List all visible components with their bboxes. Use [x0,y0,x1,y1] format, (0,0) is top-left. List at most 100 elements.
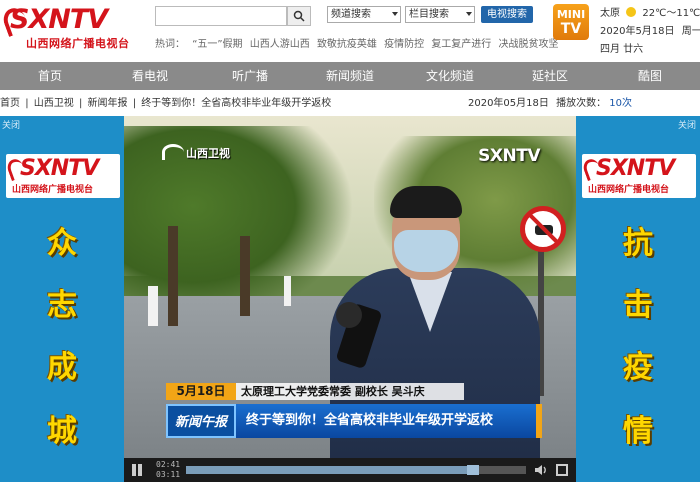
mini-tv-line1: MINI [556,8,586,21]
breadcrumb-separator: | [78,98,83,109]
slogan-char: 疫 [623,350,653,385]
main-nav: 首页 看电视 听广播 新闻频道 文化频道 延社区 酷图 [0,62,700,90]
weather-temp: 22℃～11℃ [642,8,700,19]
headline-accent [536,404,542,438]
tree-trunk [284,276,291,306]
sun-icon [626,7,637,17]
nav-item-news[interactable]: 新闻频道 [300,62,400,90]
player-controls: 02:41 03:11 [124,458,576,482]
caption-date: 5月18日 [166,383,236,400]
slogan-char: 击 [623,288,653,323]
hot-word-link[interactable]: 山西人游山西 [250,39,310,50]
breadcrumb-current: 终于等到你！全省高校非毕业年级开学返校 [141,98,332,109]
chevron-down-icon [392,12,398,16]
headline-caption: 终于等到你！全省高校非毕业年级开学返校 [236,404,536,438]
site-logo[interactable]: SXNTV 山西网络广播电视台 [0,4,144,50]
tree-trunk [148,286,158,326]
date-line: 2020年5月18日 周一 [600,22,700,37]
weather: 太原 22℃～11℃ [600,4,700,19]
banner-logo: SXNTV 山西网络广播电视台 [581,154,696,198]
nav-item-gallery[interactable]: 酷图 [600,62,700,90]
breadcrumb-separator: | [132,98,137,109]
hot-word-link[interactable]: 致敬抗疫英雄 [317,39,377,50]
time-display: 02:41 03:11 [156,460,180,480]
progress-handle[interactable] [467,465,480,475]
interviewee-hair [390,186,462,218]
video-player[interactable]: 山西卫视 SXNTV 5月18日 太原理工大学党委常委 副校长 吴斗庆 新闻午报… [124,116,576,458]
column-search-select[interactable]: 栏目搜索 [405,6,475,23]
lunar-date: 四月 廿六 [600,44,644,55]
mini-tv-line2: TV [560,21,582,37]
banner-logo-subtitle: 山西网络广播电视台 [12,185,94,195]
program-label: 新闻午报 [166,404,236,438]
hot-word-link[interactable]: “五一”假期 [192,39,242,50]
tree-trunk [168,226,178,326]
tv-search-button[interactable]: 电视搜索 [481,6,533,23]
play-count: 10次 [609,98,632,109]
search-input[interactable] [155,6,287,26]
breadcrumb-item[interactable]: 新闻年报 [88,98,128,109]
pause-icon[interactable] [130,463,144,477]
breadcrumb-item[interactable]: 山西卫视 [34,98,74,109]
weekday: 周一 [681,26,700,37]
microphone-head [336,302,362,328]
nav-item-culture[interactable]: 文化频道 [400,62,500,90]
chevron-down-icon [466,12,472,16]
search-button[interactable] [287,6,311,26]
close-banner-button[interactable]: 关闭 [678,118,696,131]
slogan-char: 城 [47,414,77,449]
fullscreen-icon[interactable] [556,464,568,476]
left-side-banner: 关闭 SXNTV 山西网络广播电视台 众 志 成 城 [0,116,124,482]
logo-text: SXNTV [10,4,108,35]
station-swirl-icon [162,144,184,160]
right-side-banner: 关闭 SXNTV 山西网络广播电视台 抗 击 疫 情 [576,116,700,482]
channel-bug: SXNTV [478,146,540,166]
banner-logo-text: SXNTV [20,156,99,181]
hot-words-label: 热词： [155,39,185,50]
progress-fill [186,466,474,474]
breadcrumb-item[interactable]: 首页 [0,98,20,109]
slogan-char: 成 [47,350,77,385]
tree-trunk [240,236,250,316]
slogan-char: 抗 [623,226,653,261]
sign-slash [527,212,561,246]
current-date: 2020年5月18日 [600,26,675,37]
hot-words: 热词： “五一”假期 山西人游山西 致敬抗疫英雄 疫情防控 复工复产进行 决战脱… [155,35,563,50]
face-mask [394,230,458,272]
hot-word-link[interactable]: 疫情防控 [384,39,424,50]
nav-item-community[interactable]: 延社区 [500,62,600,90]
nav-item-watch-tv[interactable]: 看电视 [100,62,200,90]
column-search-value: 栏目搜索 [409,9,449,20]
total-time: 03:11 [156,470,181,479]
breadcrumb-separator: | [25,98,29,109]
channel-search-select[interactable]: 频道搜索 [327,6,401,23]
site-header: SXNTV 山西网络广播电视台 频道搜索 栏目搜索 电视搜索 热词： “五一”假… [0,0,700,62]
slogan-char: 志 [47,288,77,323]
current-time: 02:41 [156,460,181,469]
banner-logo: SXNTV 山西网络广播电视台 [5,154,120,198]
banner-logo-text: SXNTV [596,156,675,181]
nav-item-home[interactable]: 首页 [0,62,100,90]
close-banner-button[interactable]: 关闭 [2,118,20,131]
logo-subtitle: 山西网络广播电视台 [26,37,130,50]
slogan-char: 情 [623,414,653,449]
station-logo: 山西卫视 [162,144,230,161]
breadcrumb: 首页 | 山西卫视 | 新闻年报 | 终于等到你！全省高校非毕业年级开学返校 2… [0,94,700,110]
nav-item-radio[interactable]: 听广播 [200,62,300,90]
progress-bar[interactable] [186,465,526,475]
banner-logo-subtitle: 山西网络广播电视台 [588,185,670,195]
mini-tv-button[interactable]: MINI TV [553,4,589,40]
hot-word-link[interactable]: 复工复产进行 [431,39,491,50]
search-icon [293,10,305,22]
slogan-char: 众 [47,226,77,261]
weather-city: 太原 [600,8,620,19]
station-name: 山西卫视 [186,147,230,160]
no-vehicles-sign-icon [520,206,566,252]
channel-search-value: 频道搜索 [331,9,371,20]
hot-word-link[interactable]: 决战脱贫攻坚 [499,39,559,50]
play-count-label: 播放次数： [556,98,607,109]
publish-date: 2020年05月18日 [467,98,549,109]
volume-icon[interactable] [534,464,548,476]
guest-caption: 太原理工大学党委常委 副校长 吴斗庆 [236,383,464,400]
video-meta: 2020年05月18日 播放次数： 10次 [468,94,632,109]
